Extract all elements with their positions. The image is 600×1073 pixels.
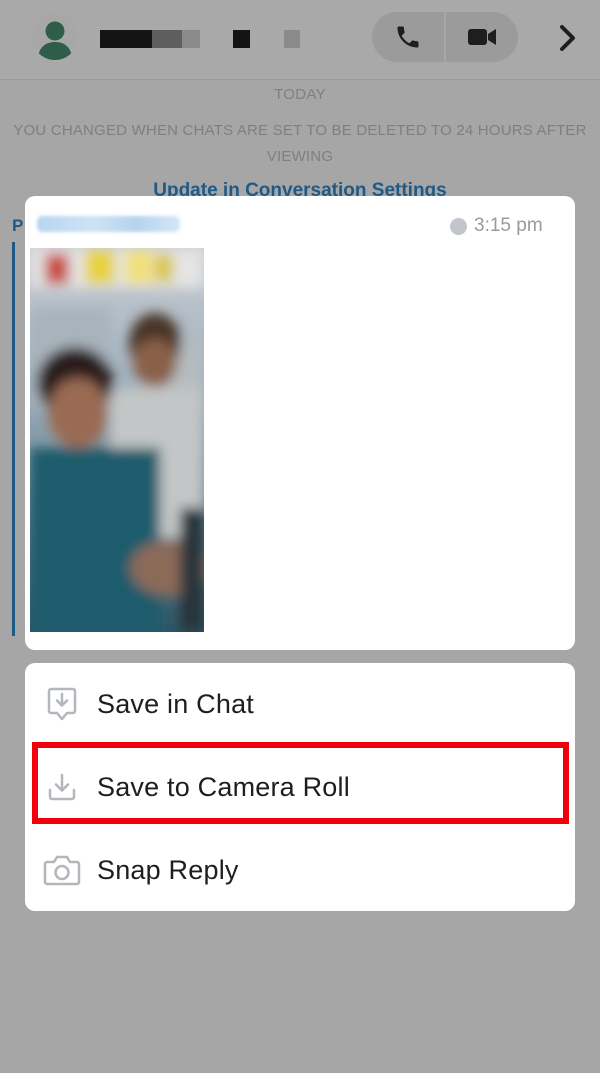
voice-call-button[interactable] (372, 12, 444, 62)
save-in-chat-icon (47, 687, 77, 721)
snap-reply-option[interactable]: Snap Reply (25, 829, 575, 911)
retention-notice: YOU CHANGED WHEN CHATS ARE SET TO BE DEL… (13, 122, 587, 165)
snap-reply-label: Snap Reply (97, 854, 239, 885)
message-time: 3:15 pm (474, 215, 543, 236)
message-thread-bar (12, 242, 15, 636)
forward-button[interactable] (548, 18, 588, 58)
snap-photo[interactable] (30, 248, 204, 632)
person-silhouette-icon (38, 21, 72, 60)
video-camera-icon (468, 29, 496, 45)
chevron-right-icon (560, 25, 575, 51)
camera-icon (43, 855, 81, 886)
blurred-photo-image (30, 248, 204, 632)
phone-icon (397, 26, 419, 48)
message-preview-card: 3:15 pm (25, 196, 575, 650)
highlight-annotation-box (32, 742, 569, 824)
save-in-chat-option[interactable]: Save in Chat (25, 663, 575, 745)
sender-name-redacted (37, 216, 180, 232)
contact-name-redacted[interactable] (100, 30, 310, 48)
sender-initial: P (12, 216, 24, 235)
call-controls (372, 12, 518, 62)
video-call-button[interactable] (446, 12, 518, 62)
chat-header (0, 0, 600, 80)
contact-avatar[interactable] (32, 14, 78, 60)
status-dot-icon (450, 218, 467, 235)
day-separator: TODAY (274, 86, 326, 103)
save-in-chat-label: Save in Chat (97, 688, 254, 719)
